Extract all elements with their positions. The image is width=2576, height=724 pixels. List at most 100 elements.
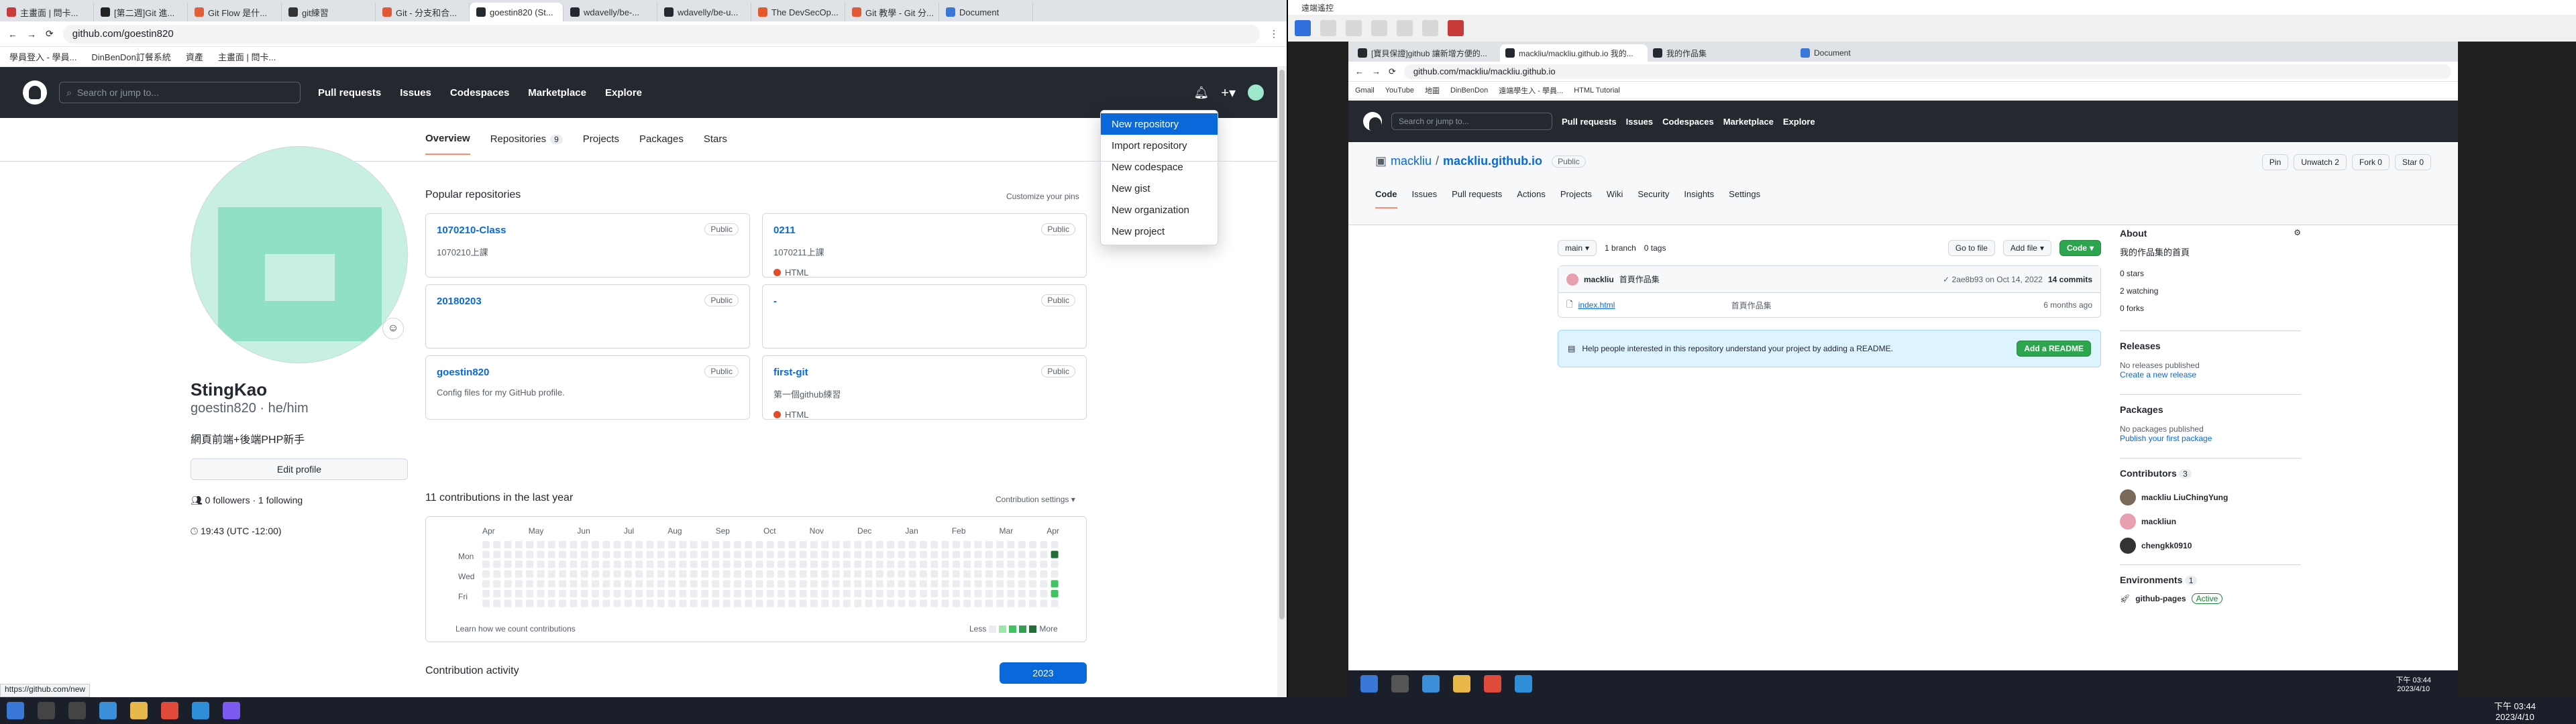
- contrib-cell[interactable]: [821, 580, 829, 588]
- publish-package-link[interactable]: Publish your first package: [2120, 434, 2301, 443]
- contrib-cell[interactable]: [745, 560, 753, 568]
- contrib-cell[interactable]: [832, 541, 840, 548]
- contrib-cell[interactable]: [952, 590, 960, 597]
- menu-item[interactable]: New codespace: [1101, 156, 1218, 178]
- contrib-cell[interactable]: [515, 580, 523, 588]
- contrib-cell[interactable]: [996, 599, 1004, 607]
- contrib-cell[interactable]: [613, 599, 621, 607]
- create-release-link[interactable]: Create a new release: [2120, 370, 2301, 379]
- contrib-cell[interactable]: [1051, 590, 1059, 597]
- forward-icon[interactable]: →: [27, 29, 36, 40]
- contrib-cell[interactable]: [1040, 560, 1048, 568]
- followers-text[interactable]: 👥︎ 0 followers · 1 following: [191, 495, 303, 506]
- contrib-cell[interactable]: [920, 599, 927, 607]
- bookmark[interactable]: 主畫面 | 問卡...: [218, 50, 276, 63]
- contrib-cell[interactable]: [832, 550, 840, 558]
- contrib-cell[interactable]: [920, 541, 927, 548]
- browser-tab[interactable]: Document: [1795, 44, 1943, 62]
- contrib-cell[interactable]: [1051, 560, 1059, 568]
- contrib-cell[interactable]: [602, 599, 610, 607]
- contrib-cell[interactable]: [908, 590, 916, 597]
- contrib-cell[interactable]: [1018, 560, 1026, 568]
- learn-link[interactable]: Learn how we count contributions: [455, 624, 576, 634]
- contrib-cell[interactable]: [602, 550, 610, 558]
- contrib-cell[interactable]: [592, 590, 599, 597]
- repo-name[interactable]: goestin820: [437, 367, 739, 378]
- contrib-cell[interactable]: [930, 541, 938, 548]
- contrib-cell[interactable]: [482, 580, 490, 588]
- contrib-cell[interactable]: [733, 590, 741, 597]
- contrib-cell[interactable]: [974, 570, 982, 578]
- commit-meta[interactable]: ✓ 2ae8b93 on Oct 14, 2022: [1943, 275, 2043, 284]
- contrib-cell[interactable]: [1018, 599, 1026, 607]
- contrib-cell[interactable]: [920, 560, 927, 568]
- contrib-cell[interactable]: [613, 560, 621, 568]
- contrib-cell[interactable]: [1029, 580, 1036, 588]
- contrib-cell[interactable]: [788, 580, 796, 588]
- contrib-cell[interactable]: [788, 560, 796, 568]
- undo-icon[interactable]: [1371, 20, 1387, 36]
- contrib-cell[interactable]: [679, 570, 687, 578]
- repo-stat[interactable]: 0 stars: [2120, 265, 2301, 282]
- commit-author[interactable]: mackliu: [1584, 275, 1614, 284]
- contrib-cell[interactable]: [537, 560, 545, 568]
- contrib-cell[interactable]: [1007, 570, 1015, 578]
- contrib-cell[interactable]: [908, 599, 916, 607]
- contrib-cell[interactable]: [865, 590, 873, 597]
- contrib-cell[interactable]: [733, 541, 741, 548]
- contrib-cell[interactable]: [668, 590, 676, 597]
- contrib-cell[interactable]: [1018, 570, 1026, 578]
- contrib-cell[interactable]: [592, 541, 599, 548]
- contrib-cell[interactable]: [963, 590, 971, 597]
- contrib-cell[interactable]: [1029, 590, 1036, 597]
- screen-icon[interactable]: [1346, 20, 1362, 36]
- contrib-cell[interactable]: [580, 599, 588, 607]
- contrib-cell[interactable]: [537, 570, 545, 578]
- start-icon[interactable]: [7, 702, 24, 719]
- contrib-cell[interactable]: [712, 580, 720, 588]
- contrib-cell[interactable]: [974, 580, 982, 588]
- contrib-cell[interactable]: [930, 550, 938, 558]
- contrib-cell[interactable]: [547, 580, 555, 588]
- folder-icon[interactable]: [130, 702, 148, 719]
- contributor[interactable]: mackliu LiuChingYung: [2120, 485, 2301, 509]
- contrib-cell[interactable]: [690, 590, 698, 597]
- browser-tab[interactable]: Git - 分支和合...: [376, 3, 470, 21]
- contrib-cell[interactable]: [799, 550, 807, 558]
- contrib-cell[interactable]: [755, 541, 763, 548]
- contrib-cell[interactable]: [613, 541, 621, 548]
- menu-icon[interactable]: ⋮: [1269, 28, 1279, 40]
- contrib-cell[interactable]: [635, 599, 643, 607]
- browser-tab[interactable]: 我的作品集: [1648, 44, 1795, 62]
- contrib-cell[interactable]: [624, 590, 632, 597]
- contrib-cell[interactable]: [701, 580, 708, 588]
- contrib-cell[interactable]: [1040, 599, 1048, 607]
- contrib-cell[interactable]: [1051, 541, 1059, 548]
- repo-tab[interactable]: Pull requests: [1452, 189, 1502, 208]
- edge-icon[interactable]: [99, 702, 117, 719]
- contrib-cell[interactable]: [755, 550, 763, 558]
- contrib-cell[interactable]: [898, 590, 906, 597]
- contrib-cell[interactable]: [646, 590, 654, 597]
- repo-stat[interactable]: 2 watching: [2120, 282, 2301, 300]
- contrib-cell[interactable]: [624, 599, 632, 607]
- contrib-cell[interactable]: [613, 580, 621, 588]
- contrib-cell[interactable]: [668, 599, 676, 607]
- branches-link[interactable]: 1 branch: [1605, 243, 1636, 253]
- contrib-cell[interactable]: [755, 580, 763, 588]
- contrib-cell[interactable]: [745, 541, 753, 548]
- contrib-cell[interactable]: [996, 570, 1004, 578]
- nav-link[interactable]: Issues: [1626, 117, 1653, 127]
- repo-name[interactable]: 1070210-Class: [437, 225, 739, 236]
- contrib-settings[interactable]: Contribution settings ▾: [996, 495, 1075, 504]
- contrib-cell[interactable]: [722, 580, 731, 588]
- contrib-cell[interactable]: [733, 570, 741, 578]
- contrib-cell[interactable]: [547, 599, 555, 607]
- contrib-cell[interactable]: [974, 541, 982, 548]
- contrib-cell[interactable]: [930, 599, 938, 607]
- contrib-cell[interactable]: [810, 550, 818, 558]
- contrib-cell[interactable]: [592, 580, 599, 588]
- contrib-cell[interactable]: [1007, 599, 1015, 607]
- bookmark[interactable]: Gmail: [1355, 86, 1375, 95]
- contrib-cell[interactable]: [985, 541, 993, 548]
